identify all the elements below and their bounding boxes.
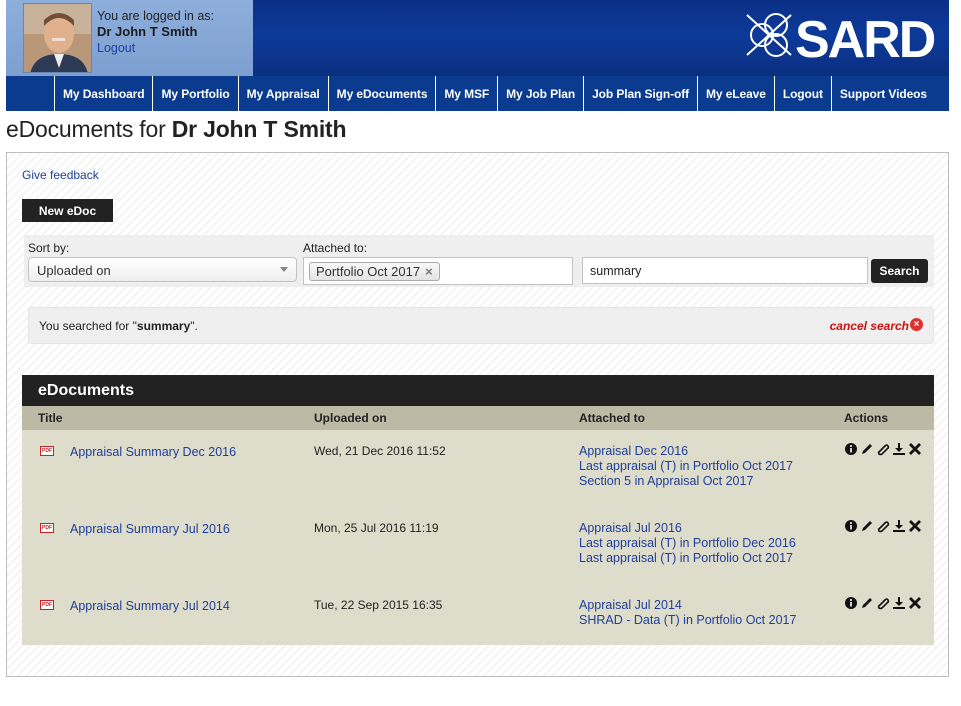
edit-pencil-icon[interactable] (860, 442, 874, 456)
info-icon[interactable] (844, 442, 858, 456)
remove-tag-icon[interactable]: × (425, 264, 433, 279)
attached-list: Appraisal Dec 2016 Last appraisal (T) in… (579, 444, 793, 489)
search-button[interactable]: Search (871, 259, 928, 283)
nav-my-dashboard[interactable]: My Dashboard (55, 76, 154, 111)
uploaded-date: Mon, 25 Jul 2016 11:19 (314, 521, 439, 535)
new-edoc-button[interactable]: New eDoc (22, 199, 113, 222)
nav-my-job-plan[interactable]: My Job Plan (498, 76, 585, 111)
document-title-link[interactable]: Appraisal Summary Dec 2016 (70, 445, 236, 459)
search-input[interactable] (582, 257, 868, 284)
logo-text: SARD (795, 11, 935, 63)
notice-suffix: ". (190, 319, 198, 333)
row-actions (844, 519, 922, 533)
column-title: Title (38, 411, 63, 425)
uploaded-date: Tue, 22 Sep 2015 16:35 (314, 598, 443, 612)
attached-link[interactable]: Appraisal Dec 2016 (579, 444, 688, 458)
main-nav: My Dashboard My Portfolio My Appraisal M… (6, 76, 949, 111)
nav-logout[interactable]: Logout (775, 76, 832, 111)
table-row: PDF Appraisal Summary Jul 2014 Tue, 22 S… (22, 584, 934, 661)
pdf-file-icon: PDF (40, 523, 54, 533)
pdf-file-icon: PDF (40, 446, 54, 456)
header: You are logged in as: Dr John T Smith Lo… (6, 0, 949, 76)
page-title-prefix: eDocuments for (6, 116, 172, 142)
nav-my-edocuments[interactable]: My eDocuments (329, 76, 437, 111)
table-body: PDF Appraisal Summary Dec 2016 Wed, 21 D… (22, 430, 934, 645)
column-attached-to: Attached to (579, 411, 645, 425)
nav-my-appraisal[interactable]: My Appraisal (239, 76, 329, 111)
row-actions (844, 442, 922, 456)
user-box: You are logged in as: Dr John T Smith Lo… (6, 0, 253, 76)
chevron-down-icon (280, 267, 288, 272)
delete-x-icon[interactable] (908, 519, 922, 533)
filter-bar: Sort by: Uploaded on Attached to: Portfo… (24, 235, 934, 287)
info-icon[interactable] (844, 519, 858, 533)
row-actions (844, 596, 922, 610)
table-row: PDF Appraisal Summary Dec 2016 Wed, 21 D… (22, 430, 934, 507)
pdf-file-icon: PDF (40, 600, 54, 610)
download-icon[interactable] (892, 519, 906, 533)
search-notice-text: You searched for "summary". (39, 319, 198, 333)
nav-spacer (6, 76, 55, 111)
header-logout-link[interactable]: Logout (97, 41, 135, 55)
attached-link[interactable]: Last appraisal (T) in Portfolio Dec 2016 (579, 536, 796, 550)
nav-my-eleave[interactable]: My eLeave (698, 76, 775, 111)
table-header: Title Uploaded on Attached to Actions (22, 406, 934, 430)
nav-job-plan-sign-off[interactable]: Job Plan Sign-off (584, 76, 699, 111)
download-icon[interactable] (892, 596, 906, 610)
download-icon[interactable] (892, 442, 906, 456)
page-title-name: Dr John T Smith (171, 116, 347, 142)
attached-link[interactable]: Last appraisal (T) in Portfolio Oct 2017 (579, 551, 793, 565)
table-row: PDF Appraisal Summary Jul 2016 Mon, 25 J… (22, 507, 934, 584)
nav-my-msf[interactable]: My MSF (436, 76, 499, 111)
page-title: eDocuments for Dr John T Smith (6, 116, 347, 143)
sard-logo: SARD (745, 7, 937, 69)
user-info: You are logged in as: Dr John T Smith Lo… (97, 8, 214, 56)
attach-paperclip-icon[interactable] (876, 442, 890, 456)
attached-link[interactable]: Last appraisal (T) in Portfolio Oct 2017 (579, 459, 793, 473)
document-title-link[interactable]: Appraisal Summary Jul 2014 (70, 599, 230, 613)
edit-pencil-icon[interactable] (860, 519, 874, 533)
nav-support-videos[interactable]: Support Videos (832, 76, 935, 111)
attached-tag-label: Portfolio Oct 2017 (316, 264, 421, 279)
attached-to-input[interactable]: Portfolio Oct 2017 × (303, 257, 573, 285)
attached-link[interactable]: Section 5 in Appraisal Oct 2017 (579, 474, 753, 488)
column-uploaded-on: Uploaded on (314, 411, 387, 425)
logged-in-label: You are logged in as: (97, 9, 214, 23)
attached-link[interactable]: Appraisal Jul 2016 (579, 521, 682, 535)
attach-paperclip-icon[interactable] (876, 519, 890, 533)
attached-tag: Portfolio Oct 2017 × (309, 262, 440, 281)
sort-by-select[interactable]: Uploaded on (28, 257, 297, 282)
sort-by-value: Uploaded on (37, 263, 111, 278)
nav-my-portfolio[interactable]: My Portfolio (153, 76, 239, 111)
column-actions: Actions (844, 411, 889, 425)
info-icon[interactable] (844, 596, 858, 610)
attached-list: Appraisal Jul 2014 SHRAD - Data (T) in P… (579, 598, 796, 628)
notice-prefix: You searched for " (39, 319, 137, 333)
delete-x-icon[interactable] (908, 442, 922, 456)
main-panel: Give feedback New eDoc Sort by: Uploaded… (6, 152, 949, 677)
uploaded-date: Wed, 21 Dec 2016 11:52 (314, 444, 446, 458)
table-title: eDocuments (22, 375, 934, 406)
cancel-circle-icon[interactable]: × (910, 318, 923, 331)
edit-pencil-icon[interactable] (860, 596, 874, 610)
sort-by-label: Sort by: (28, 241, 70, 255)
avatar (23, 3, 92, 73)
attach-paperclip-icon[interactable] (876, 596, 890, 610)
user-name: Dr John T Smith (97, 24, 198, 39)
attached-list: Appraisal Jul 2016 Last appraisal (T) in… (579, 521, 796, 566)
search-notice: You searched for "summary". cancel searc… (28, 307, 934, 344)
cancel-search-link[interactable]: cancel search (830, 319, 909, 333)
attached-link[interactable]: SHRAD - Data (T) in Portfolio Oct 2017 (579, 613, 796, 627)
delete-x-icon[interactable] (908, 596, 922, 610)
document-title-link[interactable]: Appraisal Summary Jul 2016 (70, 522, 230, 536)
give-feedback-link[interactable]: Give feedback (22, 168, 99, 182)
attached-to-label: Attached to: (303, 241, 368, 255)
attached-link[interactable]: Appraisal Jul 2014 (579, 598, 682, 612)
notice-term: summary (136, 319, 191, 333)
